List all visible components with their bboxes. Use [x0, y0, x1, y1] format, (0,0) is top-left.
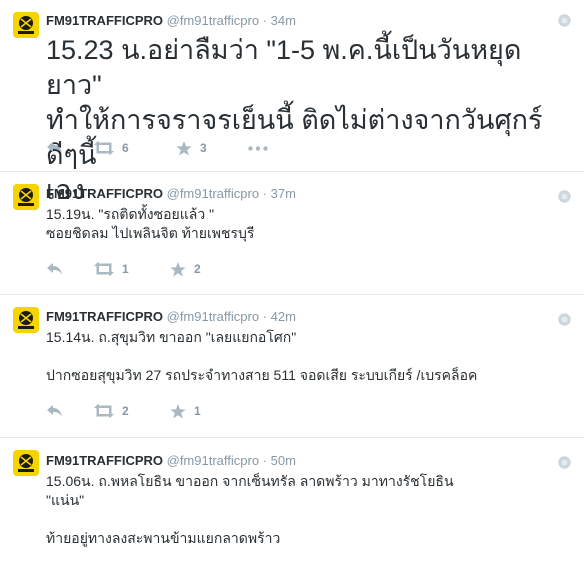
- retweet-button[interactable]: 6: [94, 141, 176, 155]
- favorite-count: 3: [200, 141, 207, 155]
- author-username[interactable]: @fm91trafficpro: [167, 13, 259, 28]
- tweet-header: FM91TRAFFICPRO @fm91trafficpro · 34m: [46, 12, 554, 29]
- favorite-count: 2: [194, 262, 201, 276]
- author-name[interactable]: FM91TRAFFICPRO: [46, 186, 163, 201]
- timestamp[interactable]: 50m: [271, 453, 296, 468]
- timeline: FM91TRAFFICPRO @fm91trafficpro · 34m 15.…: [0, 0, 584, 572]
- reply-icon: [47, 263, 62, 275]
- reply-icon: [47, 405, 62, 417]
- globe-icon: [558, 14, 571, 27]
- tweet-actions: 6 3: [46, 139, 268, 157]
- retweet-count: 6: [122, 141, 129, 155]
- retweet-icon: [94, 141, 114, 155]
- fm91-logo-icon: [18, 16, 34, 34]
- favorite-count: 1: [194, 404, 201, 418]
- fm91-logo-icon: [18, 311, 34, 329]
- more-button[interactable]: [248, 145, 268, 151]
- tweet-text-line: ซอยชิดลม ไปเพลินจิต ท้ายเพชรบุรี: [46, 225, 255, 241]
- author-name[interactable]: FM91TRAFFICPRO: [46, 13, 163, 28]
- tweet-text: 15.19น. "รถติดทั้งซอยแล้ว " ซอยชิดลม ไปเ…: [46, 205, 554, 243]
- tweet[interactable]: FM91TRAFFICPRO @fm91trafficpro · 42m 15.…: [0, 295, 584, 438]
- author-username[interactable]: @fm91trafficpro: [167, 186, 259, 201]
- retweet-count: 1: [122, 262, 129, 276]
- retweet-icon: [94, 404, 114, 418]
- timestamp[interactable]: 34m: [271, 13, 296, 28]
- fm91-logo-icon: [18, 454, 34, 472]
- avatar[interactable]: [13, 307, 39, 333]
- reply-button[interactable]: [46, 141, 94, 155]
- tweet-text: 15.06น. ถ.พหลโยธิน ขาออก จากเซ็นทรัล ลาด…: [46, 472, 554, 548]
- tweet-text-line: 15.06น. ถ.พหลโยธิน ขาออก จากเซ็นทรัล ลาด…: [46, 473, 454, 489]
- retweet-count: 2: [122, 404, 129, 418]
- author-name[interactable]: FM91TRAFFICPRO: [46, 309, 163, 324]
- reply-button[interactable]: [46, 262, 94, 276]
- separator: ·: [262, 309, 268, 324]
- avatar[interactable]: [13, 12, 39, 38]
- author-name[interactable]: FM91TRAFFICPRO: [46, 453, 163, 468]
- author-username[interactable]: @fm91trafficpro: [167, 453, 259, 468]
- tweet-text-line: ปากซอยสุขุมวิท 27 รถประจำทางสาย 511 จอดเ…: [46, 367, 478, 383]
- globe-icon: [558, 313, 571, 326]
- favorite-button[interactable]: 1: [170, 403, 201, 419]
- timestamp[interactable]: 37m: [271, 186, 296, 201]
- avatar[interactable]: [13, 450, 39, 476]
- tweet-text-line: "แน่น": [46, 492, 85, 508]
- tweet-text-line: ท้ายอยู่ทางลงสะพานข้ามแยกลาดพร้าว: [46, 530, 281, 546]
- star-icon: [170, 261, 186, 276]
- tweet-header: FM91TRAFFICPRO @fm91trafficpro · 50m: [46, 452, 554, 469]
- tweet[interactable]: FM91TRAFFICPRO @fm91trafficpro · 34m 15.…: [0, 0, 584, 205]
- globe-icon: [558, 190, 571, 203]
- separator: ·: [262, 186, 268, 201]
- tweet-header: FM91TRAFFICPRO @fm91trafficpro · 42m: [46, 308, 554, 325]
- tweet-text-line: 15.23 น.อย่าลืมว่า "1-5 พ.ค.นี้เป็นวันหย…: [46, 35, 522, 100]
- retweet-button[interactable]: 2: [94, 404, 170, 418]
- favorite-button[interactable]: 3: [176, 140, 248, 156]
- favorite-button[interactable]: 2: [170, 261, 201, 277]
- reply-icon: [47, 142, 62, 154]
- star-icon: [170, 403, 186, 418]
- separator: ·: [262, 453, 268, 468]
- tweet[interactable]: FM91TRAFFICPRO @fm91trafficpro · 50m 15.…: [0, 438, 584, 572]
- tweet-actions: 2 1: [46, 402, 201, 420]
- star-icon: [176, 140, 192, 155]
- tweet-header: FM91TRAFFICPRO @fm91trafficpro · 37m: [46, 185, 554, 202]
- fm91-logo-icon: [18, 188, 34, 206]
- globe-icon: [558, 456, 571, 469]
- avatar[interactable]: [13, 184, 39, 210]
- tweet-text-line: 15.14น. ถ.สุขุมวิท ขาออก "เลยแยกอโศก": [46, 329, 297, 345]
- tweet-text-line: ทำให้การจราจรเย็นนี้ ติดไม่ต่างจากวันศุก…: [46, 105, 543, 170]
- tweet-text: 15.14น. ถ.สุขุมวิท ขาออก "เลยแยกอโศก" ปา…: [46, 328, 554, 385]
- more-icon: [248, 145, 268, 151]
- retweet-icon: [94, 262, 114, 276]
- author-username[interactable]: @fm91trafficpro: [167, 309, 259, 324]
- tweet-actions: 1 2: [46, 260, 201, 278]
- retweet-button[interactable]: 1: [94, 262, 170, 276]
- reply-button[interactable]: [46, 404, 94, 418]
- separator: ·: [262, 13, 268, 28]
- tweet-text-line: 15.19น. "รถติดทั้งซอยแล้ว ": [46, 206, 215, 222]
- timestamp[interactable]: 42m: [271, 309, 296, 324]
- tweet[interactable]: FM91TRAFFICPRO @fm91trafficpro · 37m 15.…: [0, 172, 584, 295]
